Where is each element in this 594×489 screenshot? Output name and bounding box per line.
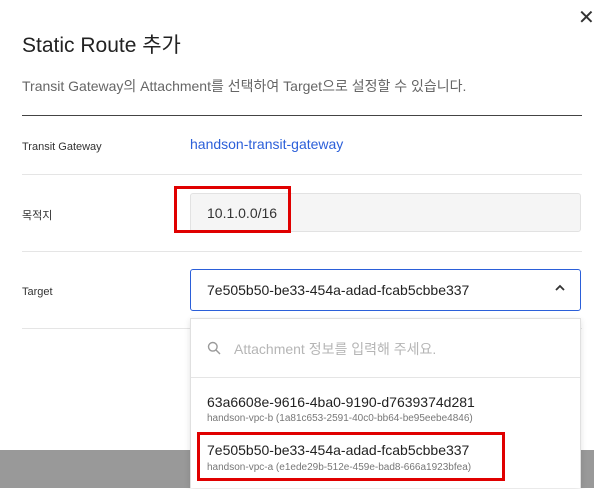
highlight-box-destination <box>174 186 291 233</box>
chevron-up-icon <box>555 284 565 291</box>
search-placeholder: Attachment 정보를 입력해 주세요. <box>234 341 437 357</box>
close-icon[interactable]: ✕ <box>578 8 594 28</box>
row-divider <box>22 174 582 175</box>
target-label: Target <box>22 286 53 298</box>
transit-gateway-label: Transit Gateway <box>22 141 102 153</box>
row-divider <box>22 251 582 252</box>
highlight-box-option <box>197 432 505 481</box>
transit-gateway-link[interactable]: handson-transit-gateway <box>190 136 343 152</box>
search-icon <box>207 341 221 355</box>
target-selected-value: 7e505b50-be33-454a-adad-fcab5cbbe337 <box>207 282 470 298</box>
header-divider <box>22 115 582 116</box>
dialog-title: Static Route 추가 <box>22 34 181 57</box>
option-subtext: handson-vpc-b (1a81c653-2591-40c0-bb64-b… <box>207 413 473 424</box>
destination-label: 목적지 <box>22 210 53 222</box>
dialog-description: Transit Gateway의 Attachment를 선택하여 Target… <box>22 78 467 94</box>
target-select[interactable]: 7e505b50-be33-454a-adad-fcab5cbbe337 <box>190 269 581 311</box>
attachment-search-input[interactable]: Attachment 정보를 입력해 주세요. <box>191 319 580 378</box>
dropdown-option[interactable]: 63a6608e-9616-4ba0-9190-d7639374d281 han… <box>191 377 580 431</box>
option-id: 63a6608e-9616-4ba0-9190-d7639374d281 <box>207 394 475 410</box>
